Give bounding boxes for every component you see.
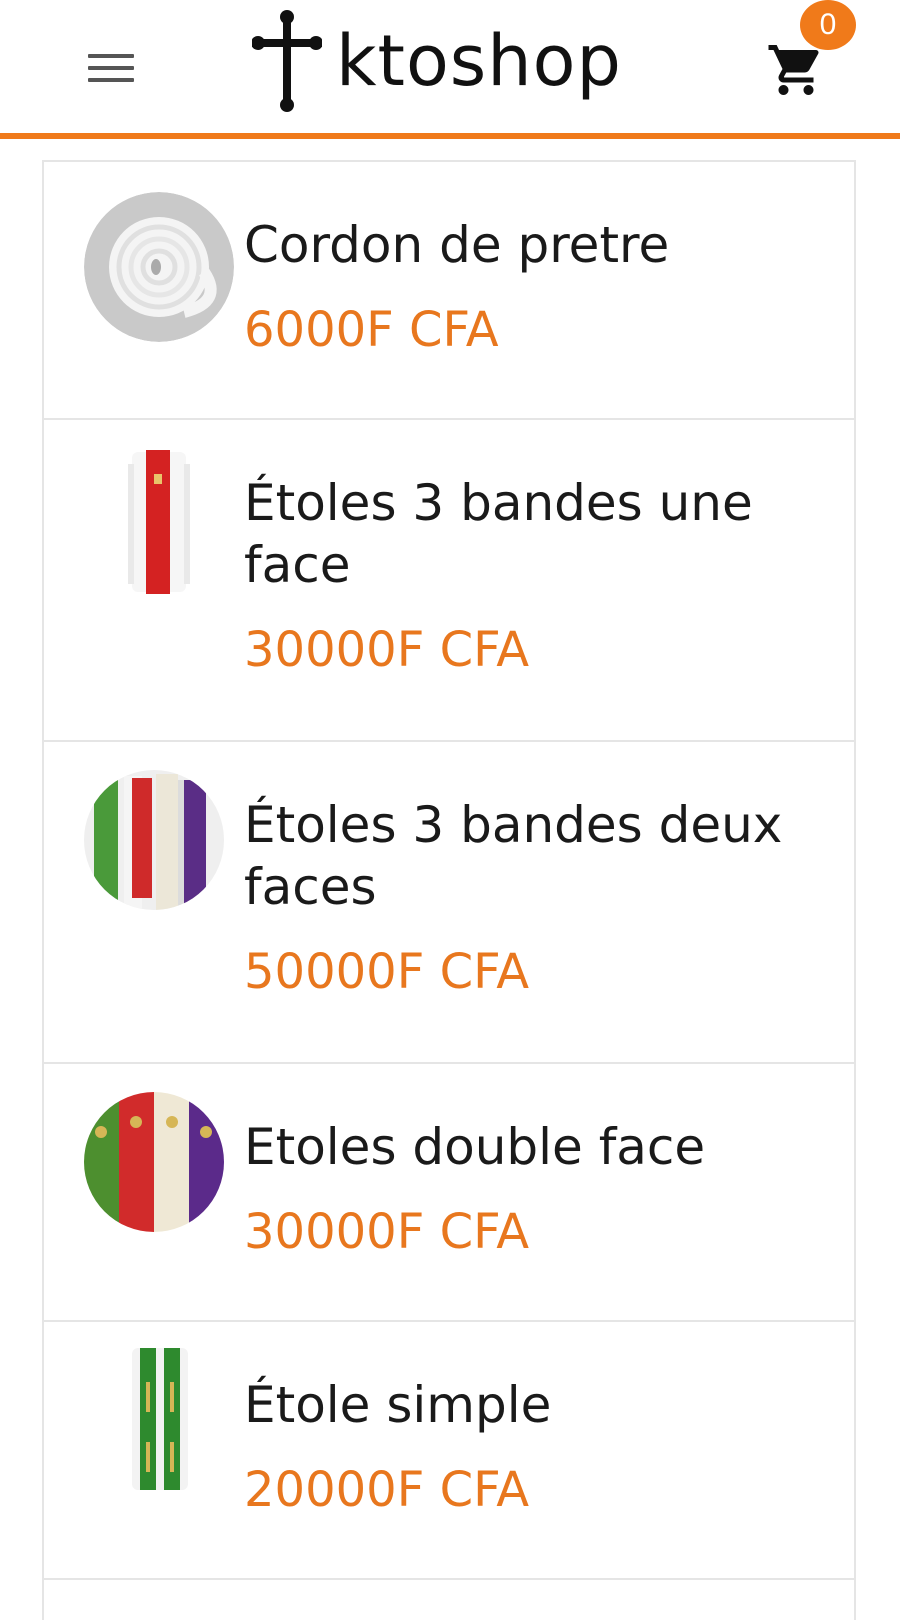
product-name: Étoles 3 bandes deux faces: [244, 796, 783, 916]
app-header: ktoshop 0: [0, 0, 900, 139]
product-item[interactable]: Cordon de pretre 6000F CFA: [44, 162, 854, 420]
logo[interactable]: ktoshop: [252, 6, 622, 116]
product-price: 30000F CFA: [244, 1204, 530, 1260]
product-price: 20000F CFA: [244, 1462, 530, 1518]
product-item[interactable]: Etoles double face 30000F CFA: [44, 1064, 854, 1322]
product-name: Cordon de pretre: [244, 216, 670, 274]
menu-icon[interactable]: [88, 48, 140, 88]
product-list: Cordon de pretre 6000F CFA Étoles 3 band…: [42, 160, 856, 1620]
product-thumbnail: [84, 192, 234, 342]
product-thumbnail: [84, 770, 224, 910]
product-item[interactable]: Étoles 3 bandes deux faces 50000F CFA: [44, 742, 854, 1064]
menu-line: [88, 78, 134, 82]
product-name: Etoles double face: [244, 1118, 706, 1176]
product-name: Étoles 3 bandes une face: [244, 474, 753, 594]
product-item[interactable]: [44, 1580, 854, 1620]
menu-line: [88, 66, 134, 70]
cart-count-badge: 0: [800, 0, 856, 50]
logo-text: ktoshop: [336, 20, 622, 102]
menu-line: [88, 54, 134, 58]
cross-icon: [252, 10, 322, 112]
product-thumbnail: [84, 1092, 224, 1232]
shopping-cart-icon[interactable]: [766, 40, 826, 100]
product-price: 6000F CFA: [244, 302, 499, 358]
product-item[interactable]: Étole simple 20000F CFA: [44, 1322, 854, 1580]
product-item[interactable]: Étoles 3 bandes une face 30000F CFA: [44, 420, 854, 742]
product-price: 30000F CFA: [244, 622, 530, 678]
product-thumbnail: [84, 1342, 234, 1492]
product-thumbnail: [84, 444, 234, 594]
product-name: Étole simple: [244, 1376, 552, 1434]
product-price: 50000F CFA: [244, 944, 530, 1000]
